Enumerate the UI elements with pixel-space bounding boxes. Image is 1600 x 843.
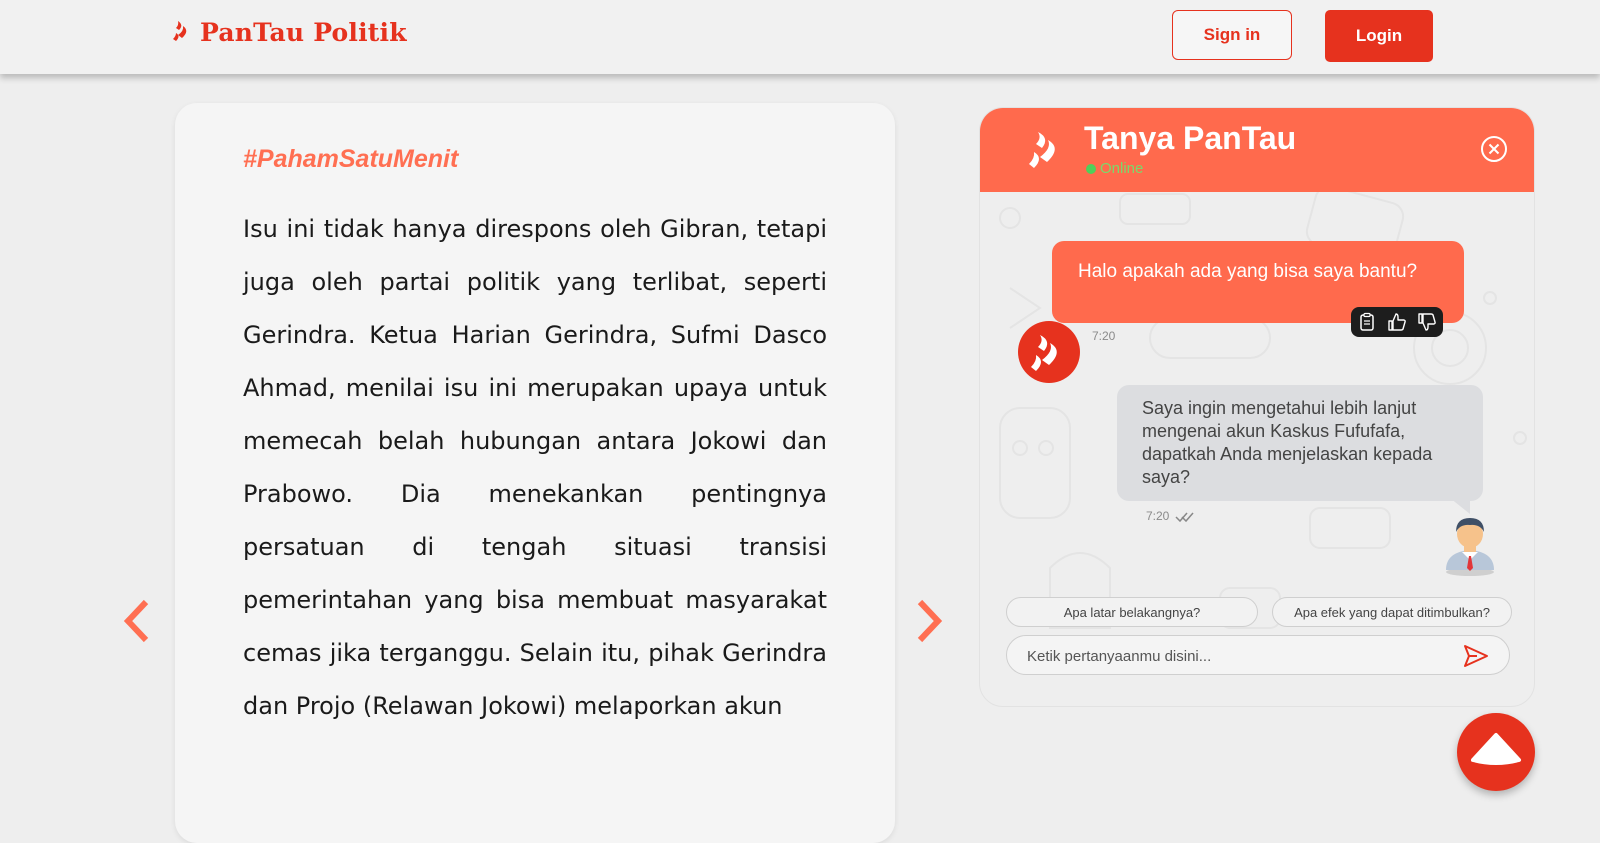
chat-header: Tanya PanTau Online: [980, 108, 1534, 192]
suggestion-chip[interactable]: Apa latar belakangnya?: [1006, 597, 1258, 627]
top-navbar: PanTau Politik Sign in Login: [0, 0, 1600, 74]
chevron-right-icon[interactable]: [914, 598, 944, 644]
suggestion-chip[interactable]: Apa efek yang dapat ditimbulkan?: [1272, 597, 1512, 627]
chat-input-container: [1006, 635, 1510, 675]
user-message-text: Saya ingin mengetahui lebih lanjut menge…: [1142, 398, 1433, 487]
copy-icon[interactable]: [1357, 312, 1377, 332]
article-hashtag: #PahamSatuMenit: [243, 145, 459, 173]
user-message-time: 7:20: [1146, 509, 1170, 523]
brand[interactable]: PanTau Politik: [170, 18, 407, 47]
bot-avatar: [1018, 321, 1080, 383]
bot-message-time: 7:20: [1092, 329, 1116, 343]
chat-status: Online: [1086, 160, 1143, 177]
thumbs-up-icon[interactable]: [1387, 312, 1407, 332]
chat-input[interactable]: [1025, 644, 1449, 668]
user-message-bubble: Saya ingin mengetahui lebih lanjut menge…: [1117, 385, 1483, 501]
chat-status-label: Online: [1100, 160, 1144, 177]
online-dot: [1086, 163, 1096, 174]
bot-message-text: Halo apakah ada yang bisa saya bantu?: [1078, 261, 1418, 282]
article-body: Isu ini tidak hanya direspons oleh Gibra…: [243, 215, 827, 720]
thumbs-down-icon[interactable]: [1417, 312, 1437, 332]
scroll-to-top-button[interactable]: [1457, 713, 1535, 791]
chevron-up-icon: [1471, 733, 1521, 765]
close-icon[interactable]: [1480, 135, 1508, 163]
pantau-logo-icon: [1029, 132, 1055, 168]
sign-in-button[interactable]: Sign in: [1172, 10, 1292, 60]
send-icon[interactable]: [1463, 644, 1489, 668]
user-avatar-icon: [1446, 518, 1494, 576]
chevron-left-icon[interactable]: [122, 598, 152, 644]
chat-title: Tanya PanTau: [1084, 120, 1297, 156]
login-button[interactable]: Login: [1325, 10, 1433, 62]
pantau-logo-icon: [1031, 335, 1057, 371]
pantau-logo-icon: [173, 20, 187, 41]
chat-widget: Tanya PanTau Online Halo apakah ada yang…: [979, 107, 1535, 707]
brand-name: PanTau Politik: [200, 18, 407, 47]
double-check-icon: [1175, 512, 1194, 523]
article-card: #PahamSatuMenit Isu ini tidak hanya dire…: [175, 103, 895, 843]
message-actions-bar: [1351, 307, 1443, 337]
